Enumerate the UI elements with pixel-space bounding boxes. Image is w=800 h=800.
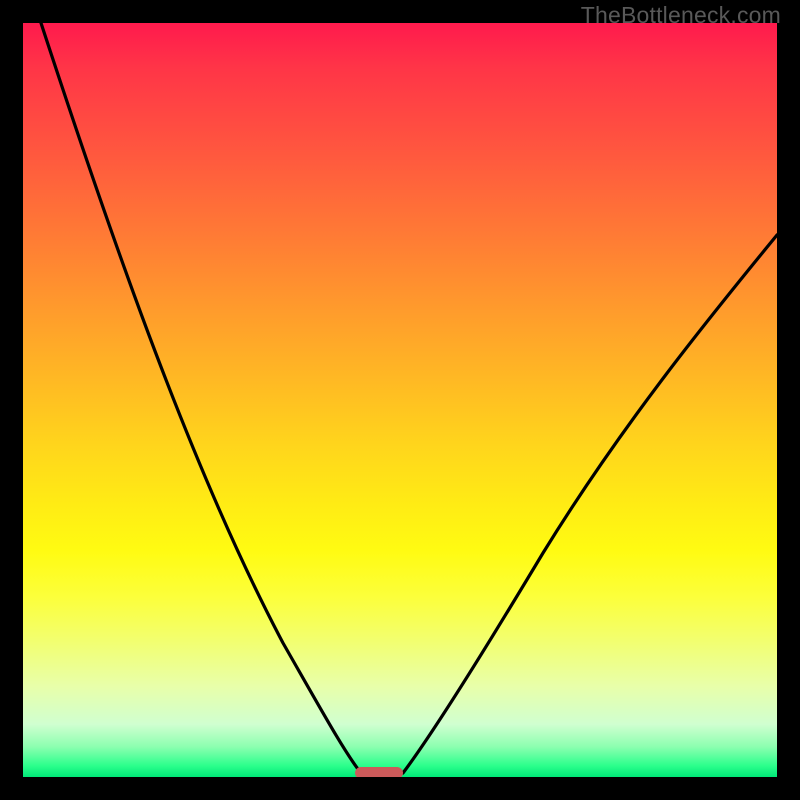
bottleneck-marker [355, 767, 403, 777]
curve-layer [23, 23, 777, 777]
right-curve [403, 235, 777, 773]
plot-area [23, 23, 777, 777]
chart-frame: TheBottleneck.com [0, 0, 800, 800]
left-curve [41, 23, 361, 773]
branding-watermark: TheBottleneck.com [581, 2, 781, 29]
